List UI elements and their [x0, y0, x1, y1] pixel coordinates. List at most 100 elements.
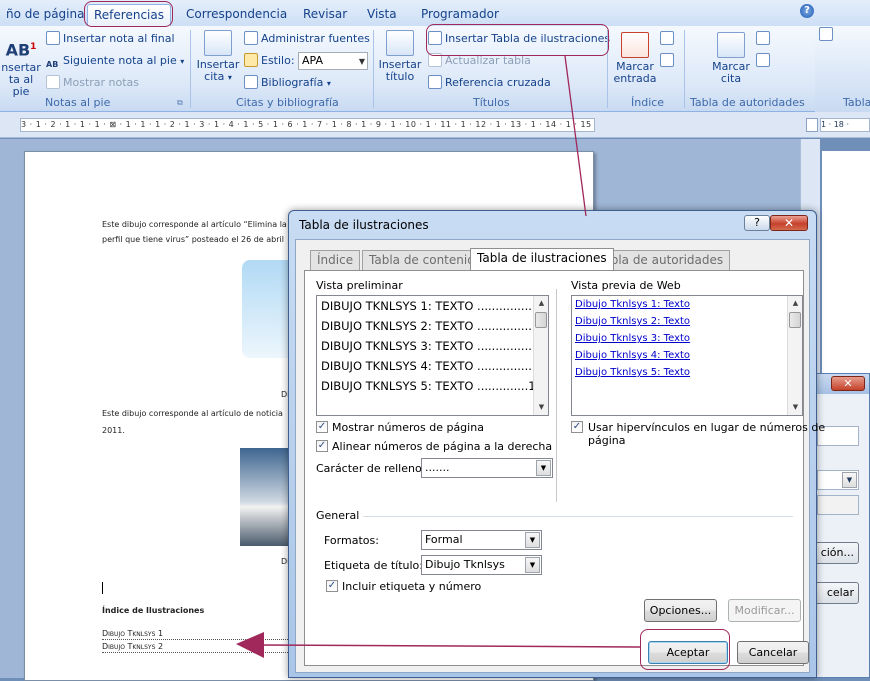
- insert-index-icon[interactable]: [660, 30, 677, 48]
- print-preview-box[interactable]: DIBUJO TKNLSYS 1: TEXTO ............... …: [316, 295, 549, 416]
- chevron-down-icon: ▼: [536, 460, 551, 476]
- print-preview-scrollbar[interactable]: ▲ ▼: [533, 296, 548, 415]
- background-cancel-button[interactable]: celar: [811, 582, 859, 604]
- insert-authorities-icon[interactable]: [756, 30, 773, 48]
- scroll-up-icon[interactable]: ▲: [788, 296, 802, 311]
- next-footnote-button[interactable]: AB Siguiente nota al pie ▾: [46, 52, 184, 70]
- ok-button[interactable]: Aceptar: [648, 641, 728, 664]
- dropdown-arrow-icon: ▾: [326, 79, 331, 88]
- toc-entry[interactable]: Dibujo Tknlsys 1: [102, 629, 292, 640]
- ruler-toggle-icon[interactable]: [806, 118, 818, 132]
- options-button[interactable]: Opciones...: [644, 599, 717, 622]
- update-table-button[interactable]: Actualizar tabla: [428, 52, 531, 70]
- insert-caption-button[interactable]: Insertar título: [377, 30, 423, 83]
- paragraph-2-line-2: 2011.: [102, 426, 125, 435]
- insert-endnote-button[interactable]: Insertar nota al final: [46, 30, 175, 48]
- column-separator: [556, 289, 557, 502]
- background-select[interactable]: ▼: [817, 470, 859, 490]
- ribbon: AB1 nsertar ta al pie Insertar nota al f…: [0, 26, 815, 112]
- show-notes-icon: [46, 75, 60, 89]
- close-icon[interactable]: ✕: [770, 215, 808, 231]
- insert-citation-icon: [204, 30, 232, 56]
- update-index-icon[interactable]: [660, 52, 677, 70]
- web-preview-scrollbar[interactable]: ▲ ▼: [787, 296, 802, 415]
- tab-developer[interactable]: Programador: [415, 4, 505, 26]
- chevron-down-icon: ▼: [525, 532, 540, 548]
- tab-page-layout[interactable]: ño de página: [0, 4, 90, 26]
- bibliography-label: Bibliografía: [261, 76, 324, 89]
- web-preview-link[interactable]: Dibujo Tknlsys 3: Texto: [575, 333, 690, 344]
- background-options-button[interactable]: ción...: [811, 542, 859, 564]
- mark-entry-button[interactable]: Marcar entrada: [612, 32, 658, 85]
- paragraph-1-line-2: perfil que tiene virus” posteado el 26 d…: [102, 235, 284, 244]
- toc-entry[interactable]: Dibujo Tknlsys 2: [102, 642, 292, 653]
- tab-table-of-figures[interactable]: Tabla de ilustraciones: [470, 248, 614, 270]
- print-preview-line: DIBUJO TKNLSYS 1: TEXTO ............... …: [321, 299, 543, 313]
- scroll-thumb[interactable]: [535, 312, 547, 328]
- print-preview-line: DIBUJO TKNLSYS 3: TEXTO ............... …: [321, 339, 543, 353]
- scroll-thumb[interactable]: [789, 312, 801, 328]
- help-icon[interactable]: ?: [800, 4, 814, 18]
- show-notes-button[interactable]: Mostrar notas: [46, 74, 139, 92]
- dialog-body: Índice Tabla de contenido Tabla de ilust…: [295, 239, 825, 673]
- help-icon[interactable]: ?: [744, 215, 770, 231]
- next-footnote-icon: AB: [46, 60, 59, 69]
- web-preview-link[interactable]: Dibujo Tknlsys 1: Texto: [575, 299, 690, 310]
- ruler-scale[interactable]: 3 · 1 · 2 · 1 · 1 · 1 · ⊠ · 1 · 1 · 1 · …: [20, 118, 595, 132]
- cancel-button[interactable]: Cancelar: [737, 641, 809, 664]
- insert-caption-icon: [386, 30, 414, 56]
- background-select-disabled[interactable]: [817, 495, 859, 515]
- tab-mailings[interactable]: Correspondencia: [180, 4, 293, 26]
- right-align-label: Alinear números de página a la derecha: [332, 440, 553, 453]
- citation-style-value: APA: [302, 54, 323, 67]
- background-dialog: ✕ ▼ ción... celar: [811, 373, 870, 678]
- web-preview-label: Vista previa de Web: [571, 279, 681, 292]
- tab-leader-select[interactable]: ....... ▼: [421, 458, 553, 478]
- insert-footnote-button[interactable]: AB1 nsertar ta al pie: [0, 34, 42, 98]
- tab-leader-label: Carácter de relleno:: [316, 462, 426, 475]
- background-dialog-titlebar: ✕: [817, 374, 869, 394]
- tab-review[interactable]: Revisar: [297, 4, 353, 26]
- modify-button[interactable]: Modificar...: [728, 599, 801, 622]
- scroll-down-icon[interactable]: ▼: [788, 400, 802, 415]
- manage-sources-button[interactable]: Administrar fuentes: [244, 30, 370, 48]
- tab-view[interactable]: Vista: [361, 4, 403, 26]
- tab-references[interactable]: Referencias: [87, 4, 171, 26]
- cross-reference-button[interactable]: Referencia cruzada: [428, 74, 551, 92]
- insert-endnote-label: Insertar nota al final: [63, 32, 175, 45]
- scroll-down-icon[interactable]: ▼: [534, 400, 548, 415]
- mark-citation-button[interactable]: Marcar cita: [708, 32, 754, 85]
- right-align-checkbox[interactable]: ✓: [316, 440, 328, 452]
- citation-style-select[interactable]: APA ▼: [298, 52, 368, 70]
- update-authorities-icon[interactable]: [756, 52, 773, 70]
- web-preview-link[interactable]: Dibujo Tknlsys 4: Texto: [575, 350, 690, 361]
- ruler-scale-right: 1 · 18 ·: [820, 118, 870, 132]
- print-preview-line: DIBUJO TKNLSYS 5: TEXTO ..............10: [321, 379, 543, 393]
- scroll-up-icon[interactable]: ▲: [534, 296, 548, 311]
- insert-citation-button[interactable]: Insertar cita ▾: [196, 30, 240, 84]
- dialog-launcher-icon[interactable]: ⧉: [177, 98, 183, 108]
- bibliography-icon: [244, 75, 258, 89]
- show-page-numbers-checkbox[interactable]: ✓: [316, 421, 328, 433]
- table-of-figures-dialog: Tabla de ilustraciones ? ✕ Índice Tabla …: [288, 210, 825, 678]
- close-icon[interactable]: ✕: [831, 376, 865, 391]
- use-hyperlinks-checkbox[interactable]: ✓: [571, 421, 583, 433]
- index-group-label: Índice: [631, 96, 665, 109]
- insert-table-of-figures-button[interactable]: Insertar Tabla de ilustraciones: [428, 30, 610, 48]
- style-label-text: Estilo:: [261, 54, 295, 67]
- right-pane-icon[interactable]: [819, 26, 836, 44]
- tab-panel: Vista preliminar DIBUJO TKNLSYS 1: TEXTO…: [304, 270, 825, 666]
- authorities-group-label: Tabla de autoridades: [690, 96, 805, 109]
- web-preview-link[interactable]: Dibujo Tknlsys 5: Texto: [575, 367, 690, 378]
- caption-label-select[interactable]: Dibujo Tknlsys ▼: [421, 555, 542, 575]
- include-label-number-checkbox[interactable]: ✓: [326, 580, 338, 592]
- bibliography-button[interactable]: Bibliografía ▾: [244, 74, 331, 92]
- formats-select[interactable]: Formal ▼: [421, 530, 542, 550]
- general-label: General: [316, 509, 360, 522]
- tab-index[interactable]: Índice: [310, 250, 361, 270]
- update-table-icon: [428, 53, 442, 67]
- web-preview-box[interactable]: Dibujo Tknlsys 1: Texto Dibujo Tknlsys 2…: [571, 295, 803, 416]
- insert-index-icon-shape: [660, 31, 674, 45]
- captions-group-label: Títulos: [473, 96, 510, 109]
- web-preview-link[interactable]: Dibujo Tknlsys 2: Texto: [575, 316, 690, 327]
